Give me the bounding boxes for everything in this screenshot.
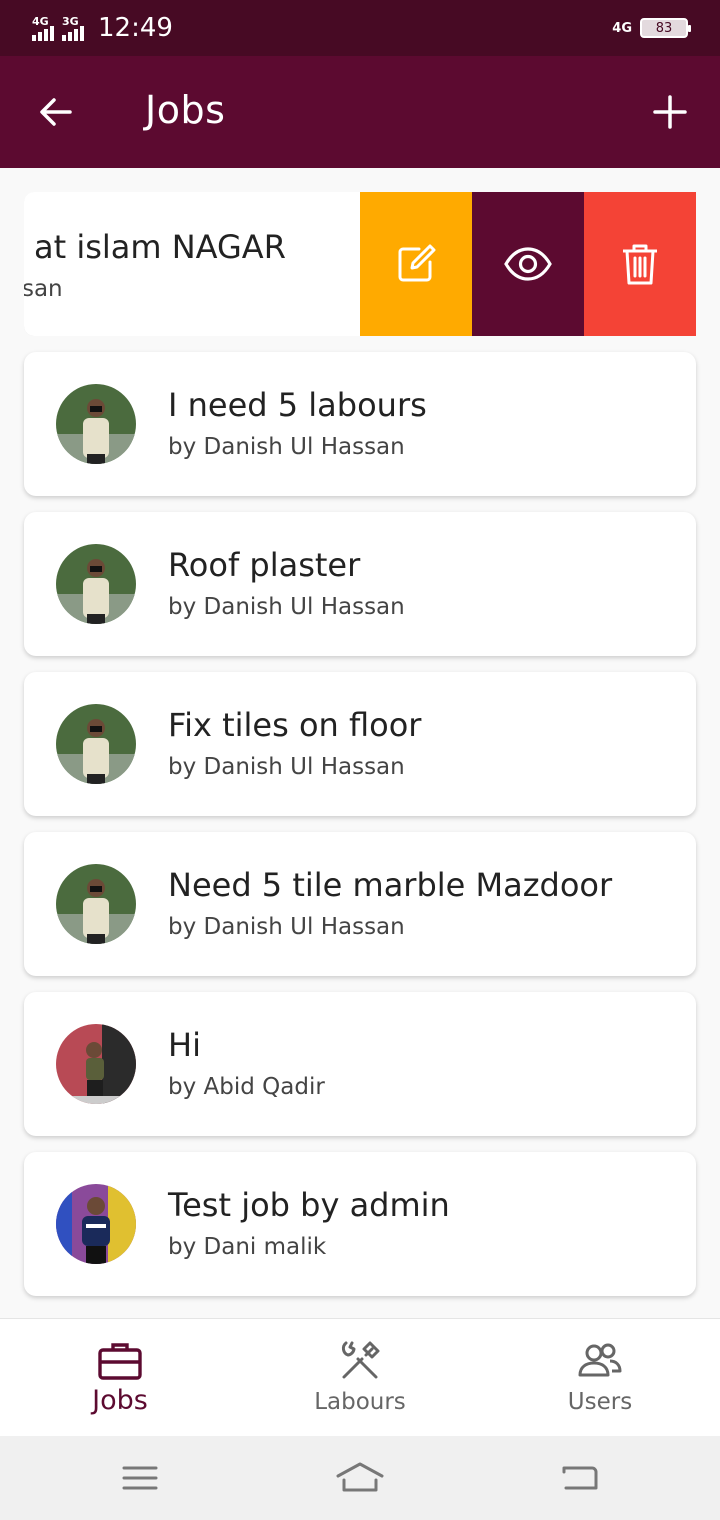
battery-level: 83 (655, 20, 673, 36)
signal-icon: 3G (62, 15, 84, 41)
app-bar: Jobs (0, 56, 720, 168)
job-author: by Dani malik (168, 1234, 327, 1260)
job-title: Test job by admin (168, 1186, 450, 1224)
job-card[interactable]: Test job by admin by Dani malik (24, 1152, 696, 1296)
job-title: I need 5 labours (168, 386, 427, 424)
job-author: by Abid Qadir (168, 1074, 325, 1100)
job-card[interactable]: Roof plaster by Danish Ul Hassan (24, 512, 696, 656)
nav-label: Users (567, 1389, 633, 1415)
swiped-job-card[interactable]: at islam NAGAR ssan (24, 192, 696, 336)
job-card[interactable]: I need 5 labours by Danish Ul Hassan (24, 352, 696, 496)
avatar (56, 1024, 136, 1104)
avatar (56, 544, 136, 624)
job-card[interactable]: Hi by Abid Qadir (24, 992, 696, 1136)
back-arrow-icon[interactable] (36, 92, 76, 132)
job-card[interactable]: Fix tiles on floor by Danish Ul Hassan (24, 672, 696, 816)
job-title: Roof plaster (168, 546, 361, 584)
status-bar: 4G 3G 12:49 4G 83 (0, 0, 720, 56)
menu-icon[interactable] (116, 1460, 164, 1496)
job-title: Need 5 tile marble Mazdoor (168, 866, 613, 904)
status-left: 4G 3G 12:49 (32, 13, 173, 43)
nav-item-jobs[interactable]: Jobs (0, 1319, 240, 1437)
status-right: 4G 83 (612, 18, 691, 38)
battery-icon: 83 (640, 18, 691, 38)
signal-type-label: 4G (32, 15, 49, 28)
avatar-image (56, 384, 136, 464)
job-author: by Danish Ul Hassan (168, 434, 405, 460)
job-title: Hi (168, 1026, 201, 1064)
home-icon[interactable] (336, 1460, 384, 1496)
job-card[interactable]: Need 5 tile marble Mazdoor by Danish Ul … (24, 832, 696, 976)
signal-type-label: 3G (62, 15, 79, 28)
nav-item-labours[interactable]: Labours (240, 1319, 480, 1437)
avatar (56, 704, 136, 784)
job-author: by Danish Ul Hassan (168, 594, 405, 620)
nav-item-users[interactable]: Users (480, 1319, 720, 1437)
delete-button[interactable] (584, 192, 696, 336)
back-icon[interactable] (556, 1460, 604, 1496)
edit-icon (398, 244, 436, 282)
briefcase-icon (98, 1343, 142, 1380)
avatar-image (56, 704, 136, 784)
bottom-nav: Jobs Labours Users (0, 1318, 720, 1436)
eye-icon (504, 247, 552, 281)
plus-icon[interactable] (650, 92, 690, 132)
job-title: Fix tiles on floor (168, 706, 422, 744)
avatar-image (56, 1184, 136, 1264)
job-list[interactable]: at islam NAGAR ssan (0, 168, 720, 1318)
job-author: by Danish Ul Hassan (168, 754, 405, 780)
page-title: Jobs (145, 88, 226, 132)
nav-label: Labours (314, 1389, 406, 1415)
edit-button[interactable] (360, 192, 472, 336)
swiped-job-content[interactable]: at islam NAGAR ssan (24, 192, 360, 336)
avatar-image (56, 864, 136, 944)
job-author: by Danish Ul Hassan (168, 914, 405, 940)
clock: 12:49 (98, 13, 173, 43)
nav-label: Jobs (92, 1385, 148, 1416)
avatar (56, 1184, 136, 1264)
tools-icon (341, 1341, 380, 1379)
signal-icon: 4G (32, 15, 54, 41)
trash-icon (623, 244, 657, 285)
avatar-image (56, 1024, 136, 1104)
network-indicator: 4G (612, 20, 632, 36)
users-icon (578, 1343, 622, 1377)
job-title: at islam NAGAR (34, 228, 286, 266)
job-author: ssan (24, 276, 63, 302)
avatar (56, 384, 136, 464)
view-button[interactable] (472, 192, 584, 336)
system-nav-bar (0, 1436, 720, 1520)
avatar-image (56, 544, 136, 624)
avatar (56, 864, 136, 944)
